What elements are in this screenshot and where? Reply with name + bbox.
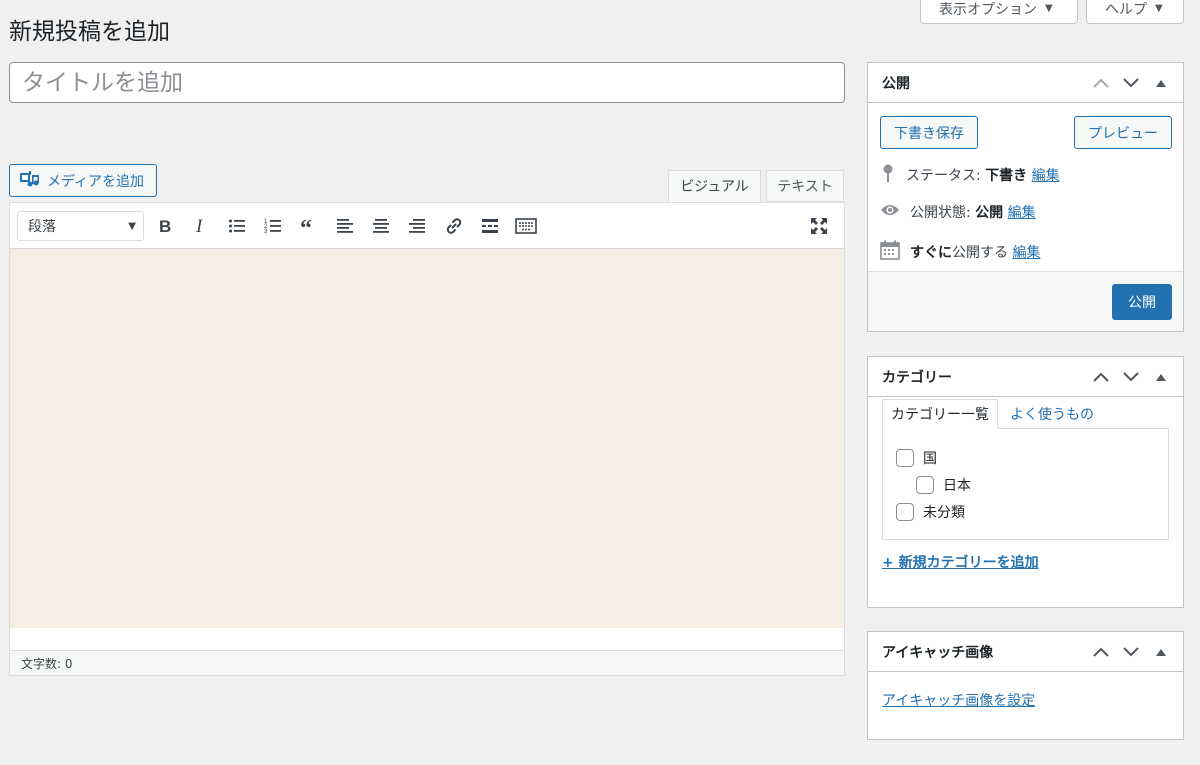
fullscreen-icon[interactable] <box>807 214 831 238</box>
category-label: 日本 <box>943 478 971 494</box>
tab-most-used[interactable]: よく使うもの <box>1010 399 1094 429</box>
pin-icon <box>880 163 896 187</box>
help-button[interactable]: ヘルプ ▼ <box>1086 0 1184 24</box>
svg-text:“: “ <box>300 216 312 236</box>
toolbar-toggle-icon[interactable] <box>514 214 538 238</box>
editor-content-area[interactable] <box>10 249 844 628</box>
category-item[interactable]: 国 <box>896 448 937 468</box>
format-select-value: 段落 <box>28 219 56 235</box>
blockquote-icon[interactable]: “ <box>297 214 321 238</box>
schedule-text: 公開する <box>952 245 1008 261</box>
preview-button[interactable]: プレビュー <box>1074 116 1172 149</box>
status-label: ステータス: <box>906 168 986 184</box>
category-box: カテゴリー カテゴリー一覧 よく使うもの 国 日本 未分類 + 新規カテゴリーを… <box>867 356 1184 608</box>
visibility-value: 公開 <box>975 205 1004 221</box>
schedule-bold: すぐに <box>910 245 952 261</box>
tab-text[interactable]: テキスト <box>766 170 844 202</box>
word-count: 文字数: 0 <box>21 656 73 671</box>
save-draft-button[interactable]: 下書き保存 <box>880 116 978 149</box>
add-media-button[interactable]: メディアを追加 <box>9 164 157 197</box>
svg-text:I: I <box>195 216 204 236</box>
category-box-title: カテゴリー <box>882 369 952 386</box>
category-item[interactable]: 未分類 <box>896 502 965 522</box>
tab-visual[interactable]: ビジュアル <box>668 170 761 202</box>
eye-icon <box>880 203 900 221</box>
italic-icon[interactable]: I <box>189 214 213 238</box>
category-box-header: カテゴリー <box>868 357 1183 397</box>
caret-down-icon: ▼ <box>128 220 136 232</box>
post-title-input[interactable] <box>9 62 845 103</box>
help-label: ヘルプ <box>1105 1 1147 18</box>
category-label: 未分類 <box>923 505 965 521</box>
move-down-icon[interactable] <box>1121 73 1141 93</box>
featured-image-box-header: アイキャッチ画像 <box>868 632 1183 672</box>
screen-options-label: 表示オプション <box>939 1 1037 18</box>
tab-all-categories[interactable]: カテゴリー一覧 <box>882 399 998 429</box>
publish-box-title: 公開 <box>882 75 910 92</box>
align-right-icon[interactable] <box>405 214 429 238</box>
set-featured-image-link[interactable]: アイキャッチ画像を設定 <box>882 690 1035 710</box>
editor-toolbar: 段落 ▼ B I 1 2 3 “ <box>10 203 844 249</box>
edit-visibility-link[interactable]: 編集 <box>1008 205 1036 221</box>
featured-image-box-title: アイキャッチ画像 <box>882 644 994 661</box>
add-media-label: メディアを追加 <box>47 173 145 190</box>
caret-down-icon: ▼ <box>1155 3 1163 14</box>
category-checkbox[interactable] <box>896 503 914 521</box>
category-label: 国 <box>923 451 937 467</box>
featured-image-box: アイキャッチ画像 アイキャッチ画像を設定 <box>867 631 1184 740</box>
category-checkbox[interactable] <box>896 449 914 467</box>
status-row: ステータス: 下書き 編集 <box>880 163 1060 187</box>
category-item[interactable]: 日本 <box>916 475 971 495</box>
read-more-icon[interactable] <box>478 214 502 238</box>
visibility-row: 公開状態: 公開 編集 <box>880 202 1036 222</box>
status-value: 下書き <box>985 168 1028 184</box>
editor-statusbar: 文字数: 0 <box>10 650 844 675</box>
media-icon <box>19 170 39 192</box>
category-checklist: 国 日本 未分類 <box>882 428 1169 540</box>
svg-text:B: B <box>159 217 171 236</box>
link-icon[interactable] <box>442 214 466 238</box>
calendar-icon <box>880 240 900 264</box>
editor: 段落 ▼ B I 1 2 3 “ 文字数: 0 <box>9 202 845 676</box>
collapse-toggle-icon[interactable] <box>1151 367 1171 387</box>
edit-schedule-link[interactable]: 編集 <box>1012 245 1040 261</box>
move-up-icon[interactable] <box>1091 642 1111 662</box>
add-new-category-link[interactable]: + 新規カテゴリーを追加 <box>882 552 1039 572</box>
align-center-icon[interactable] <box>369 214 393 238</box>
move-down-icon[interactable] <box>1121 642 1141 662</box>
caret-down-icon: ▼ <box>1045 3 1053 14</box>
screen-options-button[interactable]: 表示オプション ▼ <box>920 0 1078 24</box>
move-up-icon[interactable] <box>1091 367 1111 387</box>
visibility-label: 公開状態: <box>910 205 976 221</box>
page-title: 新規投稿を追加 <box>9 19 170 45</box>
collapse-toggle-icon[interactable] <box>1151 642 1171 662</box>
publish-box: 公開 下書き保存 プレビュー ステータス: 下書き 編集 公開状態: 公開 編集… <box>867 62 1184 332</box>
collapse-toggle-icon[interactable] <box>1151 73 1171 93</box>
format-select[interactable]: 段落 ▼ <box>17 211 144 241</box>
schedule-row: すぐに公開する 編集 <box>880 240 1040 264</box>
category-checkbox[interactable] <box>916 476 934 494</box>
bullet-list-icon[interactable] <box>225 214 249 238</box>
edit-status-link[interactable]: 編集 <box>1032 168 1060 184</box>
publish-box-header: 公開 <box>868 63 1183 103</box>
numbered-list-icon[interactable]: 1 2 3 <box>261 214 285 238</box>
publish-footer: 公開 <box>868 271 1183 331</box>
bold-icon[interactable]: B <box>153 214 177 238</box>
move-down-icon[interactable] <box>1121 367 1141 387</box>
publish-button[interactable]: 公開 <box>1112 284 1172 320</box>
svg-text:3: 3 <box>264 229 268 235</box>
align-left-icon[interactable] <box>333 214 357 238</box>
move-up-icon[interactable] <box>1091 73 1111 93</box>
